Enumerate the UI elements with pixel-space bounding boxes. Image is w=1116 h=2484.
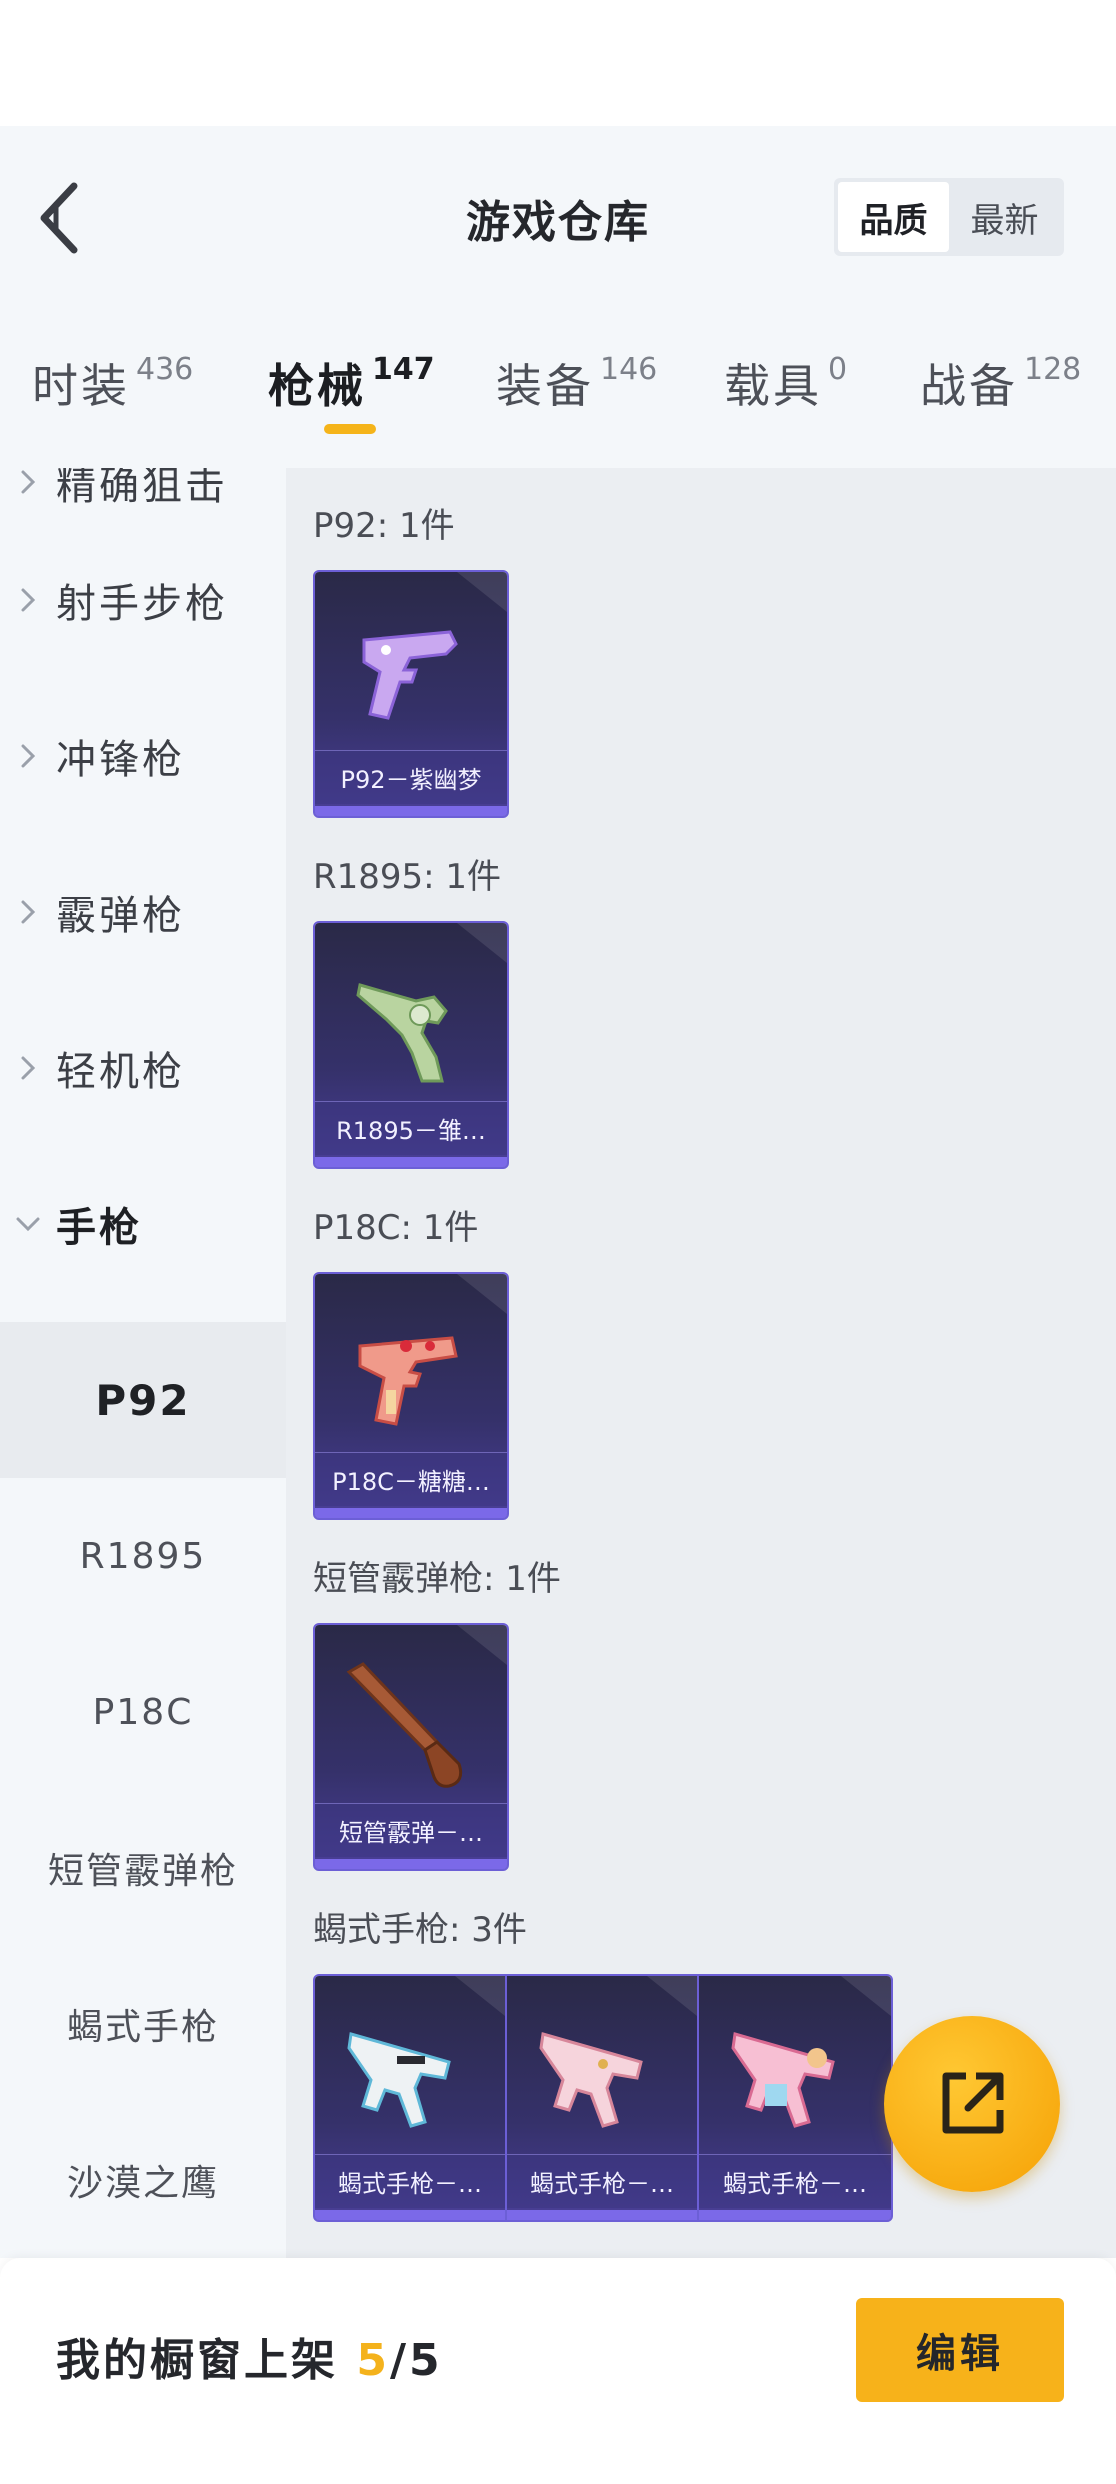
share-button[interactable]	[884, 2016, 1060, 2192]
sidebar-category-label: 手枪	[56, 1205, 142, 1251]
rarity-bar	[699, 2210, 891, 2220]
scorpion-pistol-pastel-icon	[715, 2004, 875, 2154]
tab-count: 146	[600, 352, 658, 387]
sidebar-category-smg[interactable]: 冲锋枪	[0, 706, 286, 806]
weapon-type-sidebar[interactable]: 精确狙击 射手步枪 冲锋枪 霰弹枪 轻机枪 手枪 P92 R1895 P18C …	[0, 468, 286, 2258]
scorpion-pistol-pink-icon	[523, 2004, 683, 2154]
showcase-current-count: 5	[356, 2335, 390, 2386]
tab-supplies[interactable]: 战备 128	[920, 350, 1081, 416]
weapon-card-label: R1895－雏…	[315, 1101, 507, 1155]
weapon-card[interactable]: 短管霰弹－…	[315, 1625, 507, 1869]
group-title-scorpion: 蝎式手枪: 3件	[313, 1910, 527, 1950]
tab-label: 载具	[724, 359, 822, 413]
chevron-right-icon	[0, 468, 56, 496]
sidebar-item-desert-eagle[interactable]: 沙漠之鹰	[0, 2102, 286, 2258]
tab-count: 436	[136, 352, 194, 387]
chevron-right-icon	[0, 1054, 56, 1082]
sidebar-category-label: 轻机枪	[56, 1049, 185, 1095]
tab-vehicles[interactable]: 载具 0	[724, 350, 847, 416]
group-title-sawed-off: 短管霰弹枪: 1件	[313, 1559, 561, 1599]
chevron-right-icon	[0, 742, 56, 770]
sidebar-item-p92[interactable]: P92	[0, 1322, 286, 1478]
sidebar-category-label: 精确狙击	[56, 468, 228, 509]
weapon-card-label: 蝎式手枪－…	[507, 2154, 697, 2208]
showcase-bar: 我的橱窗上架 5/5 编辑	[0, 2258, 1116, 2484]
sidebar-item-scorpion[interactable]: 蝎式手枪	[0, 1946, 286, 2102]
tab-label: 枪械	[268, 359, 366, 413]
weapon-list[interactable]: P92: 1件 P92－紫幽梦 R1895: 1件 R1895－雏… P18C:…	[286, 468, 1116, 2258]
group-title-p18c: P18C: 1件	[313, 1208, 479, 1248]
sidebar-item-p18c[interactable]: P18C	[0, 1634, 286, 1790]
tab-count: 128	[1024, 352, 1082, 387]
weapon-card[interactable]: R1895－雏…	[315, 923, 507, 1167]
weapon-card[interactable]: 蝎式手枪－…	[699, 1976, 891, 2220]
card-row: 蝎式手枪－… 蝎式手枪－… 蝎式手枪－…	[313, 1974, 893, 2222]
scorpion-pistol-white-icon	[331, 2004, 491, 2154]
tab-outfits[interactable]: 时装 436	[32, 350, 193, 416]
sidebar-category-label: 射手步枪	[56, 581, 228, 627]
weapon-card[interactable]: P18C－糖糖…	[315, 1274, 507, 1518]
edit-button[interactable]: 编辑	[856, 2298, 1064, 2402]
sidebar-category-pistol[interactable]: 手枪	[0, 1174, 286, 1274]
group-title-p92: P92: 1件	[313, 506, 455, 546]
tab-label: 装备	[496, 359, 594, 413]
weapon-card-label: 蝎式手枪－…	[699, 2154, 891, 2208]
revolver-green-icon	[331, 951, 491, 1101]
rarity-bar	[507, 2210, 697, 2220]
external-link-icon	[942, 2072, 1004, 2134]
sort-toggle: 品质 最新	[834, 178, 1064, 256]
weapon-card[interactable]: P92－紫幽梦	[315, 572, 507, 816]
sidebar-item-r1895[interactable]: R1895	[0, 1478, 286, 1634]
category-tabs: 时装 436 枪械 147 装备 146 载具 0 战备 128	[0, 330, 1116, 440]
showcase-total: /5	[389, 2335, 443, 2386]
rarity-bar	[315, 2210, 505, 2220]
group-title-r1895: R1895: 1件	[313, 857, 502, 897]
showcase-status: 我的橱窗上架 5/5	[56, 2324, 443, 2388]
tab-equipment[interactable]: 装备 146	[496, 350, 657, 416]
tab-label: 时装	[32, 359, 130, 413]
tab-count: 147	[372, 352, 435, 387]
sort-newest-option[interactable]: 最新	[949, 182, 1060, 252]
chevron-down-icon	[0, 1215, 56, 1233]
active-tab-indicator	[324, 424, 376, 434]
weapon-card-label: P92－紫幽梦	[315, 750, 507, 804]
weapon-card[interactable]: 蝎式手枪－…	[315, 1976, 507, 2220]
card-row: P18C－糖糖…	[313, 1272, 509, 1520]
sidebar-category-precision-sniper[interactable]: 精确狙击	[0, 468, 286, 532]
rarity-bar	[315, 1157, 507, 1167]
rarity-bar	[315, 1508, 507, 1518]
weapon-card[interactable]: 蝎式手枪－…	[507, 1976, 699, 2220]
card-row: P92－紫幽梦	[313, 570, 509, 818]
card-row: R1895－雏…	[313, 921, 509, 1169]
sidebar-category-marksman-rifle[interactable]: 射手步枪	[0, 550, 286, 650]
sidebar-category-label: 冲锋枪	[56, 737, 185, 783]
weapon-card-label: 短管霰弹－…	[315, 1803, 507, 1857]
sidebar-category-shotgun[interactable]: 霰弹枪	[0, 862, 286, 962]
status-bar-area	[0, 0, 1116, 126]
weapon-card-label: P18C－糖糖…	[315, 1452, 507, 1506]
sort-quality-option[interactable]: 品质	[838, 182, 949, 252]
weapon-card-label: 蝎式手枪－…	[315, 2154, 505, 2208]
rarity-bar	[315, 1859, 507, 1869]
sidebar-item-sawed-off[interactable]: 短管霰弹枪	[0, 1790, 286, 1946]
chevron-right-icon	[0, 586, 56, 614]
showcase-label: 我的橱窗上架	[56, 2335, 357, 2386]
sidebar-category-label: 霰弹枪	[56, 893, 185, 939]
chevron-right-icon	[0, 898, 56, 926]
tab-count: 0	[828, 352, 848, 387]
pistol-purple-icon	[331, 600, 491, 750]
card-row: 短管霰弹－…	[313, 1623, 509, 1871]
pistol-candy-icon	[331, 1302, 491, 1452]
tab-firearms[interactable]: 枪械 147	[268, 350, 435, 416]
sawed-off-shotgun-icon	[331, 1653, 491, 1803]
rarity-bar	[315, 806, 507, 816]
tab-label: 战备	[920, 359, 1018, 413]
sidebar-category-lmg[interactable]: 轻机枪	[0, 1018, 286, 1118]
